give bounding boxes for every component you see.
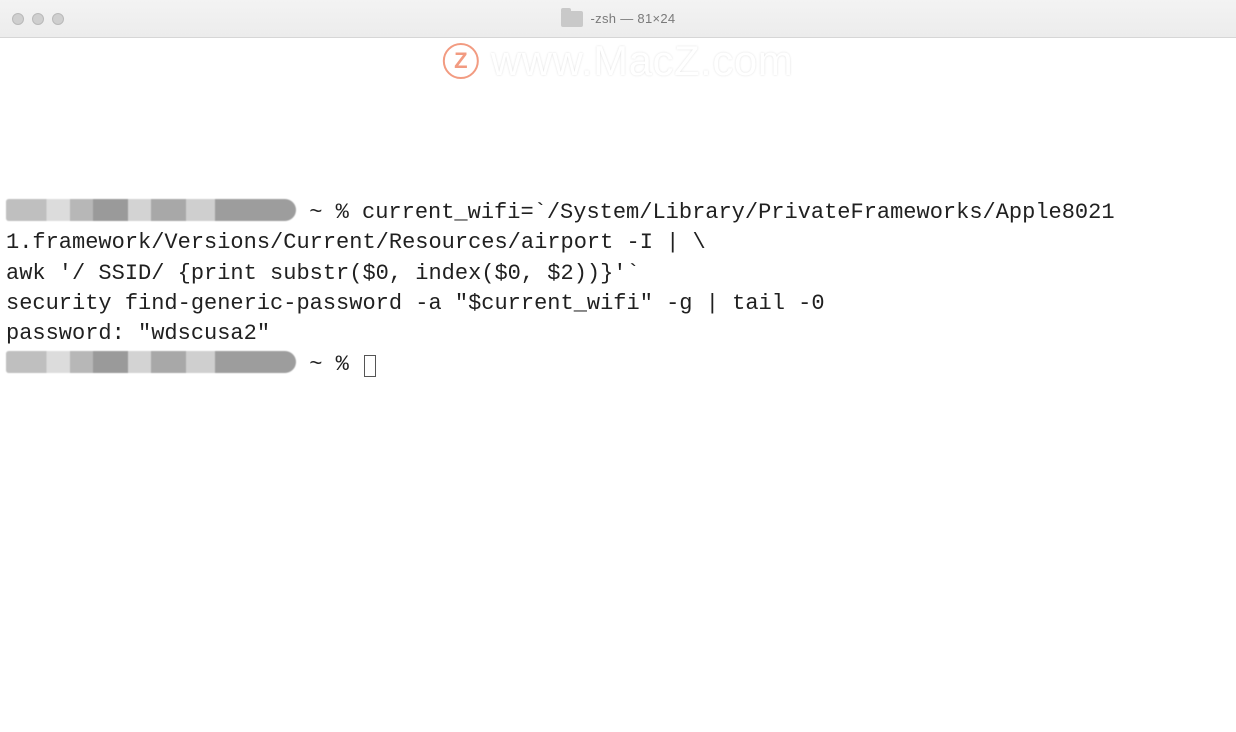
window-title-area: -zsh — 81×24 — [0, 11, 1236, 27]
watermark-overlay: Z www.MacZ.com — [443, 32, 793, 90]
traffic-lights — [12, 13, 64, 25]
terminal-line-6: ~ % — [6, 350, 1230, 380]
window-title: -zsh — 81×24 — [591, 11, 676, 26]
zoom-window-button[interactable] — [52, 13, 64, 25]
minimize-window-button[interactable] — [32, 13, 44, 25]
redacted-hostname — [6, 199, 296, 221]
terminal-line-3: awk '/ SSID/ {print substr($0, index($0,… — [6, 259, 1230, 289]
terminal-line-1: ~ % current_wifi=`/System/Library/Privat… — [6, 198, 1230, 228]
command-part-1: current_wifi=`/System/Library/PrivateFra… — [362, 200, 1115, 225]
prompt-symbol: ~ % — [296, 200, 362, 225]
window-titlebar[interactable]: -zsh — 81×24 — [0, 0, 1236, 38]
terminal-body[interactable]: Z www.MacZ.com ~ % current_wifi=`/System… — [0, 38, 1236, 732]
redacted-hostname — [6, 351, 296, 373]
close-window-button[interactable] — [12, 13, 24, 25]
watermark-badge-icon: Z — [443, 43, 479, 79]
watermark-badge-letter: Z — [454, 46, 467, 76]
terminal-window: -zsh — 81×24 Z www.MacZ.com ~ % current_… — [0, 0, 1236, 732]
folder-icon — [561, 11, 583, 27]
terminal-line-5: password: "wdscusa2" — [6, 319, 1230, 349]
prompt-symbol: ~ % — [296, 352, 362, 377]
terminal-line-4: security find-generic-password -a "$curr… — [6, 289, 1230, 319]
terminal-line-2: 1.framework/Versions/Current/Resources/a… — [6, 228, 1230, 258]
terminal-cursor — [364, 355, 376, 377]
watermark-text: www.MacZ.com — [491, 32, 793, 90]
